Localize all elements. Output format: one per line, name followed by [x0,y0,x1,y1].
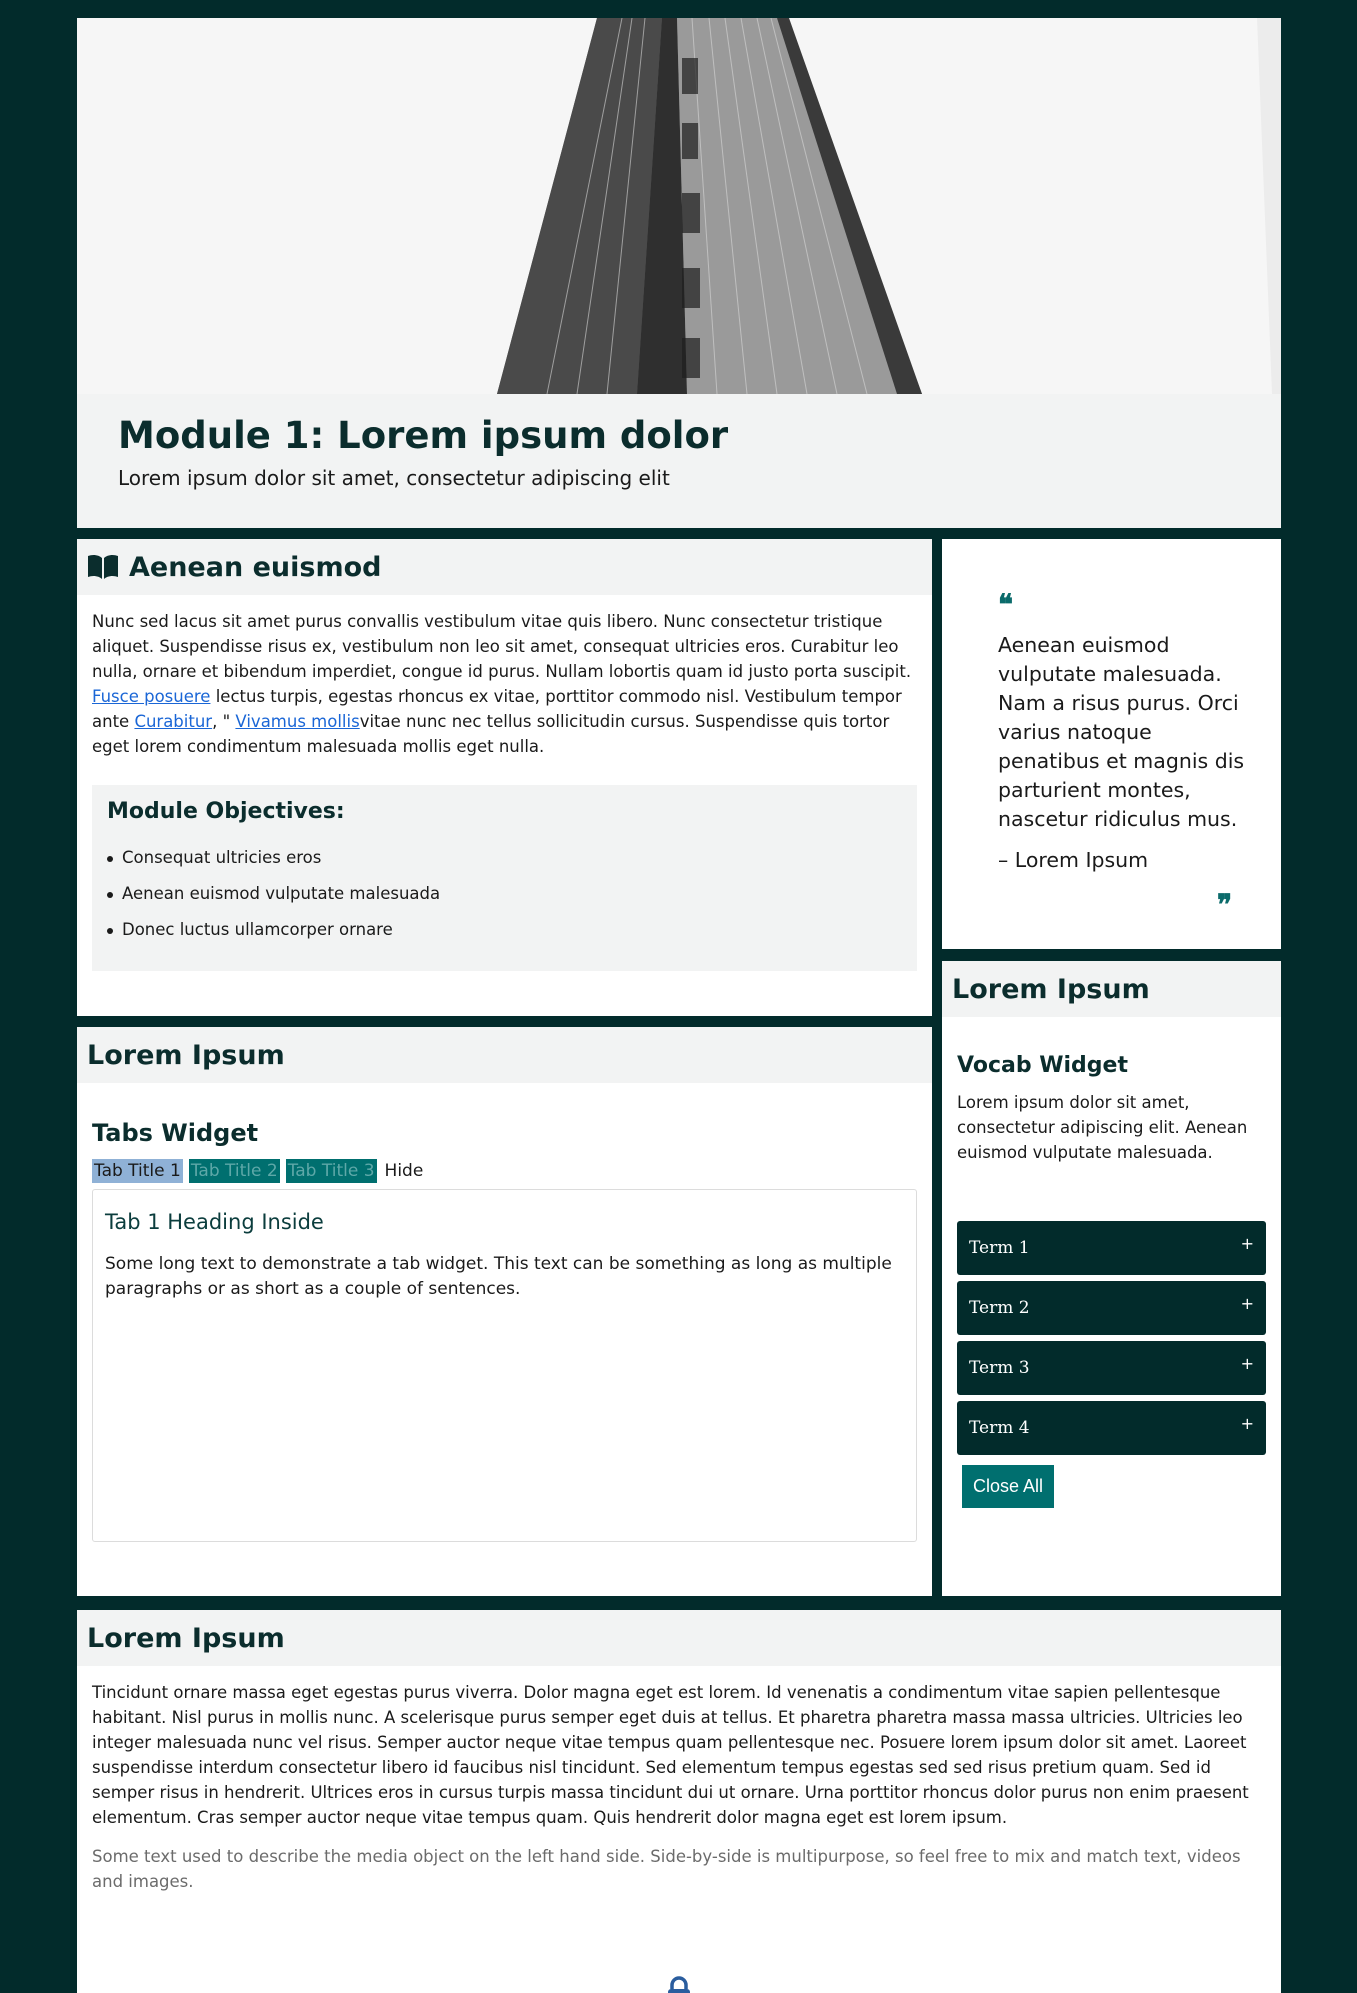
vocab-widget-description: Lorem ipsum dolor sit amet, consectetur … [957,1093,1248,1162]
intro-paragraph: Nunc sed lacus sit amet purus convallis … [77,595,932,759]
fusce-posuere-link[interactable]: Fusce posuere [92,687,210,706]
media-caption: Some text used to describe the media obj… [92,1847,1241,1891]
module-hero: Module 1: Lorem ipsum dolor Lorem ipsum … [77,18,1281,528]
vocab-card: Lorem Ipsum Vocab Widget Lorem ipsum dol… [942,961,1281,1596]
term-4-toggle[interactable]: Term 4 + [957,1401,1266,1455]
term-label: Term 4 [969,1418,1030,1438]
tab-title-2[interactable]: Tab Title 2 [188,1159,280,1183]
term-label: Term 3 [969,1358,1030,1378]
tab-bar: Tab Title 1 Tab Title 2 Tab Title 3 Hide [92,1157,917,1185]
media-card-heading: Lorem Ipsum [87,1622,285,1654]
term-1-toggle[interactable]: Term 1 + [957,1221,1266,1275]
vocab-terms-list: Term 1 + Term 2 + Term 3 + Term 4 + [957,1221,1266,1455]
tabs-card-heading: Lorem Ipsum [87,1039,285,1071]
book-open-icon [88,554,118,579]
objective-item: Consequat ultricies eros [107,840,902,876]
tab-panel: Tab 1 Heading Inside Some long text to d… [92,1189,917,1542]
objectives-heading: Module Objectives: [107,799,345,824]
term-2-toggle[interactable]: Term 2 + [957,1281,1266,1335]
term-label: Term 2 [969,1298,1030,1318]
intro-text: , " [212,712,236,731]
plus-icon: + [1240,1233,1254,1253]
page-subtitle: Lorem ipsum dolor sit amet, consectetur … [118,466,670,490]
vocab-card-header: Lorem Ipsum [942,961,1281,1017]
vivamus-mollis-link[interactable]: Vivamus mollis [235,712,359,731]
curabitur-link[interactable]: Curabitur [134,712,212,731]
objective-item: Donec luctus ullamcorper ornare [107,912,902,948]
intro-heading: Aenean euismod [129,551,382,583]
media-card-header: Lorem Ipsum [77,1610,1281,1666]
vocab-card-heading: Lorem Ipsum [952,973,1150,1005]
quote-text: Aenean euismod vulputate malesuada. Nam … [998,633,1245,831]
lock-icon [668,1976,690,1993]
tab-title-3[interactable]: Tab Title 3 [285,1159,377,1183]
plus-icon: + [1240,1293,1254,1313]
objectives-list: Consequat ultricies eros Aenean euismod … [107,840,902,948]
term-3-toggle[interactable]: Term 3 + [957,1341,1266,1395]
module-objectives: Module Objectives: Consequat ultricies e… [92,785,917,971]
close-all-button[interactable]: Close All [962,1465,1055,1508]
intro-card-header: Aenean euismod [77,539,932,595]
media-body-text: Tincidunt ornare massa eget egestas puru… [92,1683,1249,1827]
vocab-widget-heading: Vocab Widget [957,1053,1128,1078]
objective-item: Aenean euismod vulputate malesuada [107,876,902,912]
tab-panel-text: Some long text to demonstrate a tab widg… [105,1254,892,1299]
tabs-widget-heading: Tabs Widget [92,1119,259,1147]
quote-card: ❝ Aenean euismod vulputate malesuada. Na… [942,539,1281,949]
tab-title-1[interactable]: Tab Title 1 [92,1159,183,1183]
media-card: Lorem Ipsum Tincidunt ornare massa eget … [77,1610,1281,1993]
intro-card: Aenean euismod Nunc sed lacus sit amet p… [77,539,932,1016]
quote-close-icon: ❞ [1217,888,1233,921]
intro-text: Nunc sed lacus sit amet purus convallis … [92,612,912,681]
plus-icon: + [1240,1413,1254,1433]
page-title: Module 1: Lorem ipsum dolor [118,414,729,457]
tab-panel-heading: Tab 1 Heading Inside [105,1210,324,1234]
hide-tabs-button[interactable]: Hide [383,1159,426,1183]
quote-open-icon: ❝ [998,588,1014,621]
tabs-card: Lorem Ipsum Tabs Widget Tab Title 1 Tab … [77,1027,932,1596]
quote-author: – Lorem Ipsum [998,848,1149,872]
term-label: Term 1 [969,1238,1030,1258]
flatiron-building-photo [77,18,1281,394]
plus-icon: + [1240,1353,1254,1373]
tabs-card-header: Lorem Ipsum [77,1027,932,1083]
